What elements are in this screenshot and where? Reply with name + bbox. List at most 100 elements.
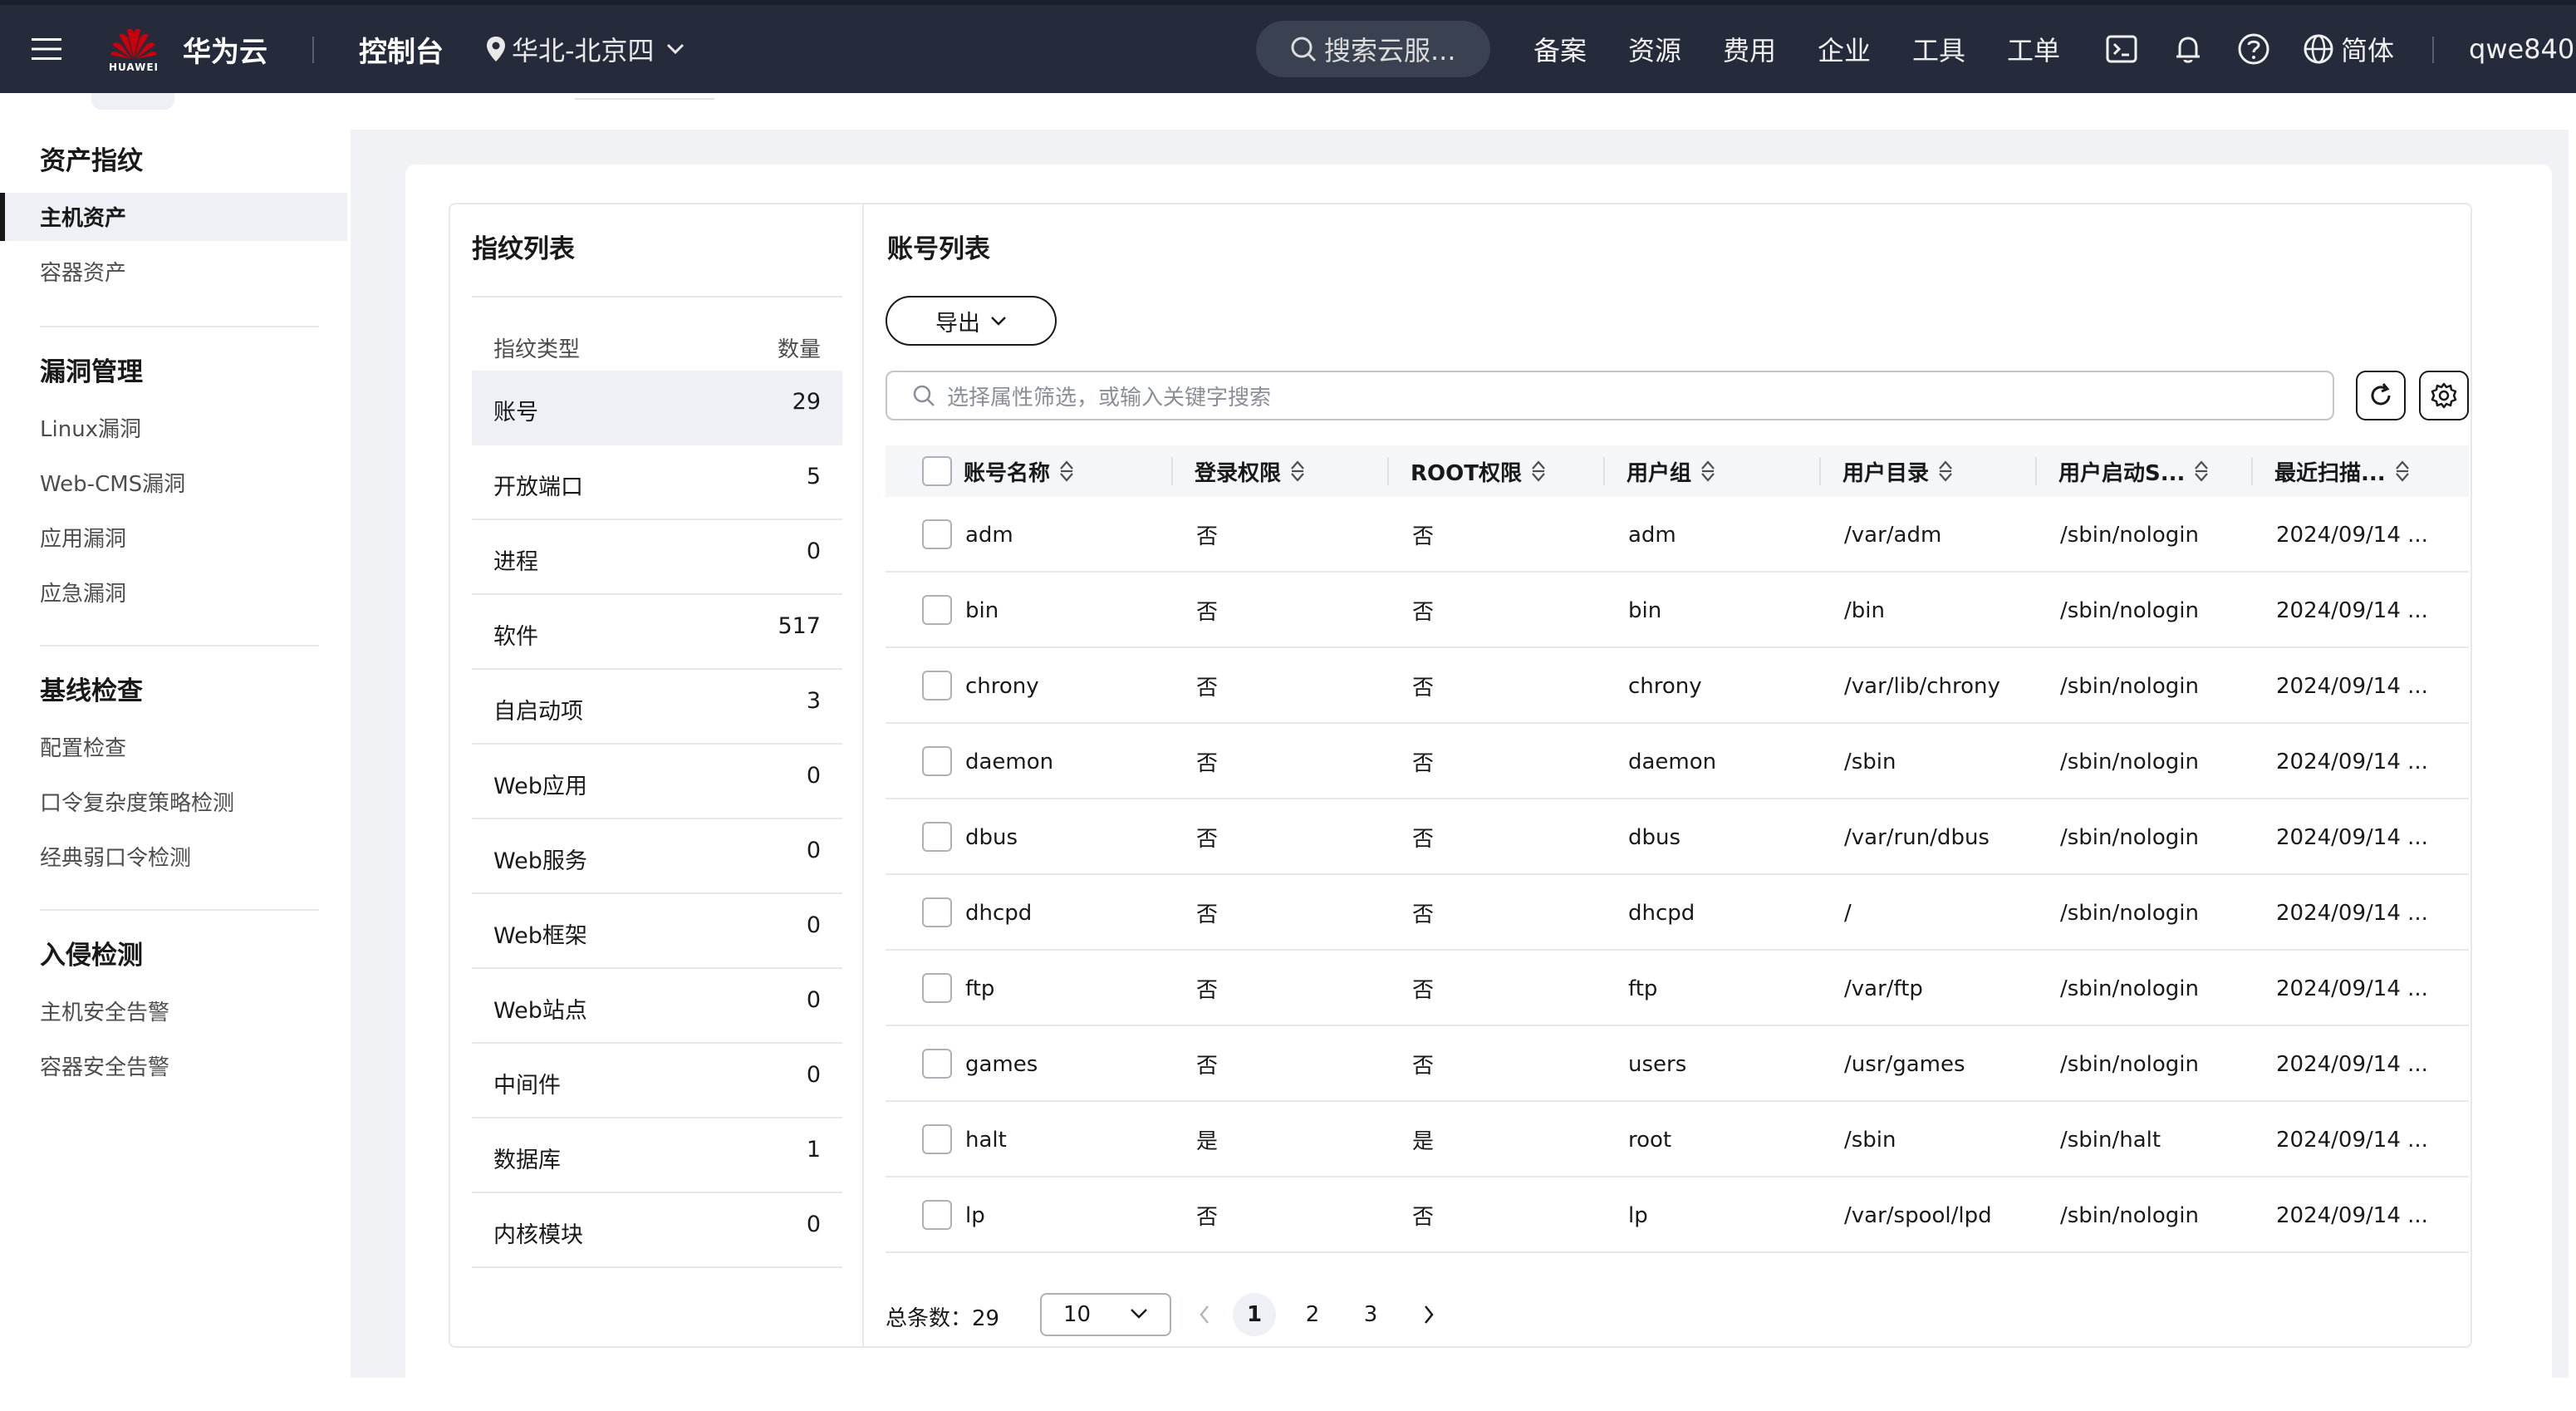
sidebar-item-host-alerts[interactable]: 主机安全告警: [40, 996, 169, 1026]
sidebar-group-title: 基线检查: [40, 676, 143, 706]
col-account-name-cell: ftp: [965, 976, 995, 1001]
row-checkbox[interactable]: [922, 671, 952, 701]
main-content: 指纹列表 指纹类型 数量 账号 29 开放端口 5 进程 0 软件 517 自启动项 3 Web应用…: [351, 93, 2576, 1411]
row-checkbox[interactable]: [922, 1049, 952, 1079]
export-button[interactable]: 导出: [886, 296, 1057, 346]
console-link[interactable]: 控制台: [359, 5, 444, 93]
table-row[interactable]: ftp 否 否 ftp/var/ftp/sbin/nologin 2024/09/14 …: [886, 951, 2469, 1026]
fingerprint-count: 0: [806, 763, 821, 789]
fingerprint-row[interactable]: 账号 29: [472, 371, 842, 445]
prev-page-button[interactable]: [1190, 1300, 1219, 1330]
col-last-scan-header[interactable]: 最近扫描...: [2274, 445, 2411, 497]
sidebar-item-emergency-vulns[interactable]: 应急漏洞: [40, 577, 126, 607]
nav-enterprise[interactable]: 企业: [1818, 5, 1871, 93]
page-3-button[interactable]: 3: [1349, 1293, 1392, 1336]
fingerprint-row[interactable]: 开放端口 5: [472, 445, 842, 520]
col-login-shell-header[interactable]: 用户启动S...: [2058, 445, 2210, 497]
help-icon[interactable]: [2236, 5, 2271, 93]
col-account-name-cell: bin: [965, 597, 999, 623]
fingerprint-row[interactable]: 软件 517: [472, 595, 842, 670]
sidebar-divider: [40, 645, 319, 647]
table-row[interactable]: adm 否 否 adm/var/adm/sbin/nologin 2024/09/14 …: [886, 497, 2469, 573]
sidebar-item-container-alerts[interactable]: 容器安全告警: [40, 1050, 169, 1081]
table-row[interactable]: lp 否 否 lp/var/spool/lpd/sbin/nologin 2024/09…: [886, 1177, 2469, 1253]
language-selector[interactable]: 简体: [2303, 5, 2394, 93]
col-home-dir-header[interactable]: 用户目录: [1842, 445, 1954, 497]
table-row[interactable]: chrony 否 否 chrony/var/lib/chrony/sbin/nolog…: [886, 648, 2469, 724]
col-root-permission-header[interactable]: ROOT权限: [1411, 445, 1547, 497]
table-row[interactable]: dbus 否 否 dbus/var/run/dbus/sbin/nologin 2024…: [886, 799, 2469, 875]
fingerprint-row[interactable]: 内核模块 0: [472, 1193, 842, 1268]
fingerprint-row[interactable]: Web框架 0: [472, 894, 842, 969]
menu-icon[interactable]: [22, 5, 71, 93]
terminal-icon[interactable]: [2105, 5, 2138, 93]
sidebar-item-container-assets[interactable]: 容器资产: [40, 256, 126, 287]
col-root-permission-cell: 否: [1412, 676, 1435, 701]
table-row[interactable]: daemon 否 否 daemon/sbin/sbin/nologin 2024/09/…: [886, 724, 2469, 799]
col-account-name-cell: games: [965, 1051, 1038, 1077]
bell-icon[interactable]: [2171, 5, 2205, 93]
fingerprint-row[interactable]: 进程 0: [472, 520, 842, 595]
fingerprint-row[interactable]: Web站点 0: [472, 969, 842, 1044]
col-login-shell-cell: /sbin/halt: [2060, 1127, 2161, 1153]
scrollbar-track[interactable]: [2569, 93, 2576, 1378]
sidebar-item-password-policy[interactable]: 口令复杂度策略检测: [40, 786, 234, 817]
user-account-menu[interactable]: qwe8403: [2469, 5, 2576, 93]
fingerprint-row[interactable]: Web服务 0: [472, 819, 842, 894]
attribute-filter-input[interactable]: 选择属性筛选，或输入关键字搜索: [886, 371, 2334, 420]
next-page-button[interactable]: [1414, 1300, 1444, 1330]
nav-tools[interactable]: 工具: [1912, 5, 1965, 93]
refresh-button[interactable]: [2356, 371, 2406, 420]
select-all-checkbox[interactable]: [922, 456, 952, 486]
column-header-label: 账号名称: [964, 460, 1051, 486]
table-row[interactable]: dhcpd 否 否 dhcpd / /sbin/nologin 2024/09/14 ...: [886, 875, 2469, 951]
page-1-button[interactable]: 1: [1233, 1293, 1276, 1336]
global-search[interactable]: 搜索云服...: [1256, 21, 1490, 77]
col-root-permission-cell: 否: [1412, 978, 1435, 1003]
col-login-permission-cell: 否: [1196, 827, 1219, 852]
nav-billing[interactable]: 费用: [1723, 5, 1776, 93]
huawei-logo[interactable]: HUAWEI: [106, 5, 161, 93]
col-login-shell-cell: /sbin/nologin: [2060, 749, 2199, 774]
settings-button[interactable]: [2419, 371, 2469, 420]
fingerprint-type: Web服务: [493, 848, 587, 874]
row-checkbox[interactable]: [922, 1124, 952, 1154]
col-login-shell-cell: /sbin/nologin: [2060, 522, 2199, 548]
row-checkbox[interactable]: [922, 897, 952, 927]
col-login-permission-header[interactable]: 登录权限: [1195, 445, 1306, 497]
brand-name[interactable]: 华为云: [183, 5, 267, 93]
col-user-group-header[interactable]: 用户组: [1627, 445, 1716, 497]
region-selector[interactable]: 华北-北京四: [485, 5, 689, 93]
fingerprint-list-header: 指纹类型 数量: [472, 317, 842, 371]
nav-resources[interactable]: 资源: [1628, 5, 1681, 93]
nav-tickets[interactable]: 工单: [2007, 5, 2060, 93]
page-size-select[interactable]: 10: [1040, 1293, 1171, 1336]
sidebar-item-weak-password[interactable]: 经典弱口令检测: [40, 841, 191, 872]
fingerprint-row[interactable]: 自启动项 3: [472, 670, 842, 745]
row-checkbox[interactable]: [922, 746, 952, 776]
fingerprint-count: 0: [806, 912, 821, 938]
table-row[interactable]: halt 是 是 root/sbin/sbin/halt 2024/09/14 ...: [886, 1102, 2469, 1177]
row-checkbox[interactable]: [922, 822, 952, 852]
nav-beian[interactable]: 备案: [1533, 5, 1587, 93]
fingerprint-row[interactable]: 数据库 1: [472, 1118, 842, 1193]
row-checkbox[interactable]: [922, 973, 952, 1003]
page-2-button[interactable]: 2: [1291, 1293, 1334, 1336]
fingerprint-row[interactable]: Web应用 0: [472, 745, 842, 819]
col-account-name-header[interactable]: 账号名称: [964, 445, 1075, 497]
sidebar-item-app-vulns[interactable]: 应用漏洞: [40, 522, 126, 553]
row-checkbox[interactable]: [922, 595, 952, 625]
fingerprint-type: 自启动项: [493, 699, 583, 725]
sidebar-item-linux-vulns[interactable]: Linux漏洞: [40, 412, 141, 443]
fingerprint-row[interactable]: 中间件 0: [472, 1044, 842, 1118]
table-row[interactable]: games 否 否 users/usr/games/sbin/nologin 2024/…: [886, 1026, 2469, 1102]
sidebar-collapse-handle[interactable]: [91, 93, 174, 110]
sidebar-item-host-assets[interactable]: 主机资产: [40, 201, 126, 232]
col-home-dir-cell: /var/ftp: [1844, 976, 1923, 1001]
row-checkbox[interactable]: [922, 519, 952, 549]
sidebar-item-web-cms-vulns[interactable]: Web-CMS漏洞: [40, 467, 185, 498]
table-row[interactable]: bin 否 否 bin/bin/sbin/nologin 2024/09/14 ...: [886, 573, 2469, 648]
row-checkbox[interactable]: [922, 1200, 952, 1230]
top-navigation-bar: HUAWEI 华为云 控制台 华北-北京四 搜索云服... 备案 资源 费用 企…: [0, 0, 2576, 93]
sidebar-item-config-check[interactable]: 配置检查: [40, 731, 126, 762]
